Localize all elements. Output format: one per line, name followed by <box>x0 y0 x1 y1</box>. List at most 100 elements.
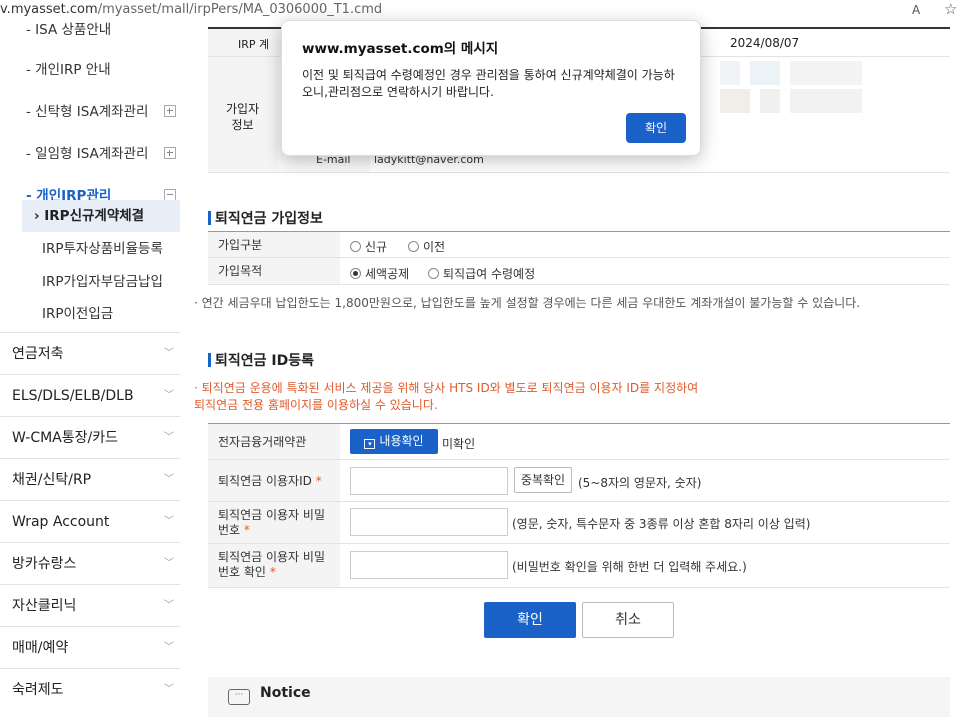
menu-pension-savings[interactable]: 연금저축 ﹀ <box>0 332 180 374</box>
required-mark: * <box>243 523 250 537</box>
masked-field <box>720 61 740 85</box>
sidebar-item-label: - 개인IRP 안내 <box>26 62 111 78</box>
sidebar-item-label: IRP투자상품비율등록 <box>42 241 163 257</box>
chevron-down-icon: ﹀ <box>164 684 174 695</box>
speech-bubble-icon: ··· <box>228 689 250 705</box>
required-mark: * <box>315 474 322 488</box>
terms-button-label: 내용확인 <box>379 434 424 448</box>
expand-icon[interactable] <box>164 147 176 159</box>
chevron-down-icon: ﹀ <box>164 348 174 359</box>
chevron-down-icon: ﹀ <box>164 558 174 569</box>
menu-wcma[interactable]: W-CMA통장/카드 ﹀ <box>0 416 180 458</box>
row-join-type: 가입구분 신규 이전 <box>208 232 950 258</box>
menu-label: Wrap Account <box>12 514 110 530</box>
menu-els[interactable]: ELS/DLS/ELB/DLB ﹀ <box>0 374 180 416</box>
sidebar-item-label: - 일임형 ISA계좌관리 <box>26 146 149 162</box>
radio-transfer[interactable]: 이전 <box>408 238 445 255</box>
duplicate-check-button[interactable]: 중복확인 <box>514 467 572 493</box>
id-register-note: · 퇴직연금 운용에 특화된 서비스 제공을 위해 당사 HTS ID와 별도로… <box>194 381 699 412</box>
dialog-message: 이전 및 퇴직급여 수령예정인 경우 관리점을 통하여 신규계약체결이 가능하오… <box>302 68 675 99</box>
radio-label: 퇴직급여 수령예정 <box>443 267 536 281</box>
notice-title: Notice <box>260 685 311 701</box>
menu-bond[interactable]: 채권/신탁/RP ﹀ <box>0 458 180 500</box>
chevron-down-icon: ﹀ <box>164 432 174 443</box>
masked-field <box>760 89 780 113</box>
sidebar: - ISA 상품안내 - 개인IRP 안내 - 신탁형 ISA계좌관리 - 일임… <box>0 20 190 707</box>
field-label: 퇴직연금 이용자ID <box>218 474 312 488</box>
masked-field <box>790 89 862 113</box>
contract-date: 2024/08/07 <box>730 36 800 50</box>
radio-selected-icon <box>350 268 361 279</box>
field-label: 퇴직연금 이용자 비밀번호 <box>218 508 325 537</box>
menu-label: 숙려제도 <box>12 682 64 698</box>
star-icon[interactable]: ☆ <box>944 0 957 19</box>
radio-circle-icon <box>428 268 439 279</box>
sidebar-item-label: - ISA 상품안내 <box>26 22 112 38</box>
radio-retirement-benefit[interactable]: 퇴직급여 수령예정 <box>428 265 535 282</box>
section-title-id-register: 퇴직연금 ID등록 <box>208 350 314 370</box>
menu-bancassurance[interactable]: 방카슈랑스 ﹀ <box>0 542 180 584</box>
row-password-confirm: 퇴직연금 이용자 비밀번호 확인 * (비밀번호 확인을 위해 한번 더 입력해… <box>208 544 950 588</box>
sidebar-item-irp-product-ratio[interactable]: IRP투자상품비율등록 <box>22 233 180 265</box>
menu-asset-clinic[interactable]: 자산클리닉 ﹀ <box>0 584 180 626</box>
terms-status: 미확인 <box>442 437 476 451</box>
chevron-down-icon: ﹀ <box>164 600 174 611</box>
row-terms: 전자금융거래약관 ▾ 내용확인 미확인 <box>208 424 950 460</box>
menu-label: ELS/DLS/ELB/DLB <box>12 388 134 404</box>
masked-field <box>720 89 750 113</box>
menu-cooling-off[interactable]: 숙려제도 ﹀ <box>0 668 180 710</box>
password-label: 퇴직연금 이용자 비밀번호 * <box>208 502 340 543</box>
sidebar-item-irp-new-contract[interactable]: › IRP신규계약체결 <box>22 200 180 232</box>
id-register-table: 전자금융거래약관 ▾ 내용확인 미확인 퇴직연금 이용자ID * 중복확인 (5~… <box>208 423 950 588</box>
password-confirm-hint: (비밀번호 확인을 위해 한번 더 입력해 주세요.) <box>512 560 747 574</box>
radio-new[interactable]: 신규 <box>350 238 387 255</box>
reader-mode-icon[interactable]: A <box>912 0 920 20</box>
sidebar-item-discretionary-isa[interactable]: - 일임형 ISA계좌관리 <box>0 137 190 171</box>
radio-circle-icon <box>350 241 361 252</box>
sidebar-item-trust-isa[interactable]: - 신탁형 ISA계좌관리 <box>0 95 190 129</box>
chevron-down-icon: ﹀ <box>164 474 174 485</box>
chevron-down-icon: ﹀ <box>164 642 174 653</box>
password-hint: (영문, 숫자, 특수문자 중 3종류 이상 혼합 8자리 이상 입력) <box>512 517 811 531</box>
menu-trade[interactable]: 매매/예약 ﹀ <box>0 626 180 668</box>
document-icon: ▾ <box>364 439 376 449</box>
subscriber-group-label: 가입자 정보 <box>226 102 260 132</box>
dialog-ok-button[interactable]: 확인 <box>626 113 686 143</box>
terms-view-button[interactable]: ▾ 내용확인 <box>350 429 438 454</box>
menu-label: 채권/신탁/RP <box>12 472 92 488</box>
required-mark: * <box>269 565 276 579</box>
menu-label: W-CMA통장/카드 <box>12 430 118 446</box>
join-purpose-label: 가입목적 <box>208 258 340 284</box>
terms-label: 전자금융거래약관 <box>208 424 340 459</box>
user-id-input[interactable] <box>350 467 508 495</box>
sidebar-item-irp-payment[interactable]: IRP가입자부담금납입 <box>22 266 180 298</box>
confirm-button[interactable]: 확인 <box>484 602 576 638</box>
password-input[interactable] <box>350 508 508 536</box>
sidebar-item-isa-info[interactable]: - ISA 상품안내 <box>0 13 190 47</box>
sidebar-item-irp-info[interactable]: - 개인IRP 안내 <box>0 53 190 87</box>
sidebar-item-label: IRP가입자부담금납입 <box>42 274 163 290</box>
section-title-pension-info: 퇴직연금 가입정보 <box>208 208 323 228</box>
notice-panel: ··· Notice <box>208 677 950 717</box>
pension-info-table: 가입구분 신규 이전 가입목적 세액공제 퇴직급여 수령예정 <box>208 231 950 289</box>
radio-tax-deduction[interactable]: 세액공제 <box>350 265 409 282</box>
chevron-down-icon: ﹀ <box>164 390 174 401</box>
row-password: 퇴직연금 이용자 비밀번호 * (영문, 숫자, 특수문자 중 3종류 이상 혼… <box>208 502 950 544</box>
user-id-label: 퇴직연금 이용자ID * <box>208 460 340 501</box>
password-confirm-input[interactable] <box>350 551 508 579</box>
masked-field <box>790 61 862 85</box>
radio-label: 신규 <box>365 240 388 254</box>
menu-label: 연금저축 <box>12 346 64 362</box>
sidebar-item-irp-transfer[interactable]: IRP이전입금 <box>22 298 180 330</box>
dialog-title: www.myasset.com의 메시지 <box>302 41 499 57</box>
chevron-down-icon: ﹀ <box>164 516 174 527</box>
pension-info-note: · 연간 세금우대 납입한도는 1,800만원으로, 납입한도를 높게 설정할 … <box>194 296 861 310</box>
menu-wrap-account[interactable]: Wrap Account ﹀ <box>0 500 180 542</box>
sidebar-item-label: - 신탁형 ISA계좌관리 <box>26 104 149 120</box>
cancel-button[interactable]: 취소 <box>582 602 674 638</box>
radio-label: 세액공제 <box>365 267 410 281</box>
sidebar-item-label: IRP이전입금 <box>42 306 114 322</box>
expand-icon[interactable] <box>164 105 176 117</box>
sidebar-item-label: › IRP신규계약체결 <box>34 208 145 224</box>
password-confirm-label: 퇴직연금 이용자 비밀번호 확인 * <box>208 544 340 587</box>
